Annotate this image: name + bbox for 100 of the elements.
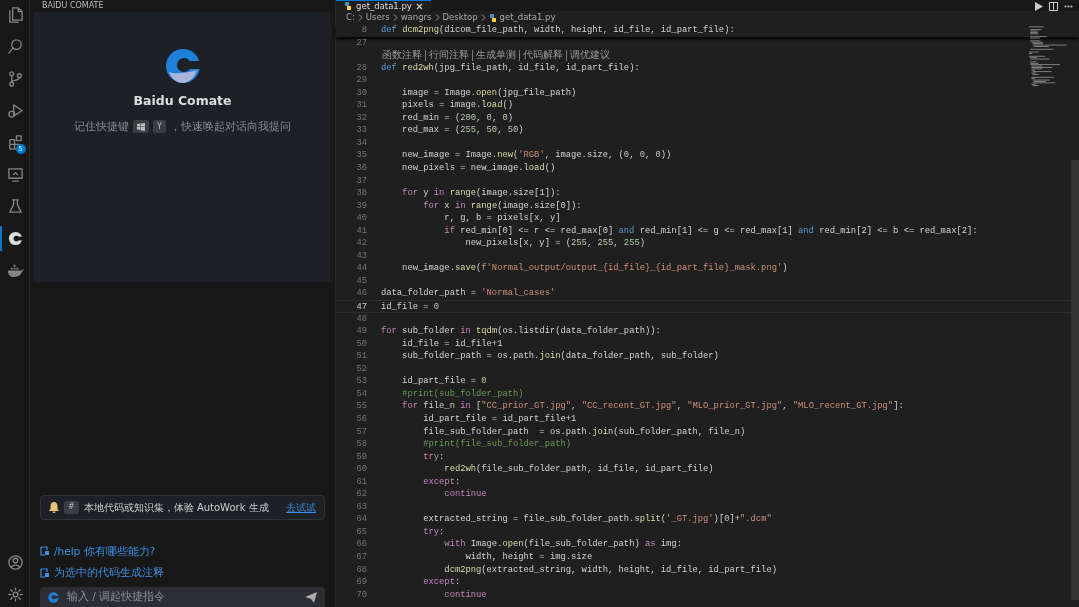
code-line: id_file = 0: [381, 301, 440, 312]
extensions-icon[interactable]: [7, 134, 24, 151]
codelens-action[interactable]: 代码解释: [519, 49, 566, 61]
line-number: 53: [355, 375, 368, 388]
whale-icon[interactable]: [7, 262, 24, 279]
line-number: 39: [355, 199, 368, 213]
logo-icon: [164, 48, 201, 84]
code-line: file_sub_folder_path = os.path.join(sub_folder_path, file_n): [422, 425, 746, 439]
python-icon: [488, 13, 497, 22]
line-number: 43: [355, 249, 368, 263]
line-number: 30: [355, 86, 368, 100]
hint-text: ，快速唤起对话向我提问: [169, 118, 291, 134]
welcome-title: Baidu Comate: [133, 92, 232, 110]
code-line: data_folder_path = 'Normal_cases': [381, 287, 556, 301]
code-line: red_max = (255, 50, 50): [401, 124, 524, 137]
line-number: 44: [355, 262, 368, 275]
line-number: 63: [355, 500, 368, 514]
line-number: 70: [355, 588, 368, 602]
line-number: 34: [355, 136, 368, 150]
line-number: 41: [355, 224, 368, 238]
run-debug-icon[interactable]: [7, 102, 24, 119]
line-number: 28: [355, 61, 368, 75]
line-number: 27: [355, 36, 368, 50]
line-number: 48: [355, 312, 368, 326]
codelens-action[interactable]: 调优建议: [566, 49, 613, 61]
codelens-action[interactable]: 行间注释: [425, 49, 472, 61]
line-number: 58: [355, 438, 368, 451]
code-line: id_file = id_file+1: [401, 337, 503, 351]
edit-icon: [40, 546, 50, 557]
line-number: 49: [355, 325, 368, 338]
line-number: 29: [355, 74, 368, 87]
python-icon: [344, 2, 352, 10]
code-line: for x in range(image.size[0]):: [422, 199, 582, 213]
code-line: red_min = (200, 0, 0): [401, 111, 513, 125]
code-line: width, height = img.size: [464, 550, 593, 564]
code-line: except:: [422, 576, 461, 589]
editor-tab[interactable]: get_data1.py: [336, 0, 431, 11]
breadcrumb-item[interactable]: Desktop: [442, 11, 478, 24]
code-line: for file_n in ["CC_prior_GT.jpg", "CC_recent_GT.jpg", "MLO_prior_GT.jpg", "MLO_recent_GT.jpg"]:: [401, 400, 904, 413]
suggestion-link[interactable]: 为选中的代码生成注释: [40, 565, 325, 581]
line-number: 52: [355, 362, 368, 376]
breadcrumb-item[interactable]: get_data1.py: [499, 11, 556, 24]
suggestion-link[interactable]: /help 你有哪些能力?: [40, 543, 325, 560]
line-number: 55: [355, 400, 368, 413]
line-number: 8: [360, 24, 368, 37]
chevron-icon: [357, 14, 363, 21]
flask-icon[interactable]: [7, 198, 24, 215]
code-line: new_pixels[x, y] = (255, 255, 255): [464, 237, 645, 250]
comate-icon[interactable]: [7, 230, 24, 247]
code-line: new_image.save(f'Normal_output/output_{id_file}_{id_part_file}_mask.png'): [401, 262, 788, 275]
minimap[interactable]: [1029, 25, 1069, 87]
line-number: 37: [355, 174, 368, 188]
code-line: try:: [422, 450, 445, 464]
breadcrumb-item[interactable]: C:: [346, 11, 355, 24]
windows-key-icon: [133, 120, 150, 134]
breadcrumb-item[interactable]: wangrs: [400, 11, 432, 24]
code-line: id_part_file = id_part_file+1: [422, 412, 577, 426]
line-number: 36: [355, 162, 368, 175]
line-number: 67: [355, 550, 368, 564]
close-icon[interactable]: [415, 2, 423, 10]
code-line: #print(sub_folder_path): [401, 387, 524, 401]
line-number: 69: [355, 576, 368, 589]
bell-icon: [49, 501, 59, 513]
breadcrumb-item[interactable]: Users: [365, 11, 390, 24]
code-line: for y in range(image.size[1]):: [401, 187, 561, 200]
split-editor-icon[interactable]: [1049, 2, 1058, 11]
edit-icon: [40, 568, 50, 579]
code-line: continue: [443, 588, 487, 602]
code-line: with Image.open(file_sub_folder_path) as img:: [443, 538, 682, 551]
logo-icon: [48, 591, 59, 603]
line-number: 46: [355, 287, 368, 301]
code-line: red2wh(file_sub_folder_path, id_file, id_part_file): [443, 463, 714, 476]
line-number: 35: [355, 149, 368, 162]
branch-icon[interactable]: [7, 70, 24, 87]
key-cap: Y: [153, 120, 166, 134]
run-icon[interactable]: [1034, 2, 1043, 11]
chevron-icon: [392, 14, 398, 21]
codelens-action[interactable]: 生成单测: [472, 49, 519, 61]
notice-text: 本地代码或知识集，体验 AutoWork 生成: [83, 500, 269, 515]
line-number: 38: [355, 187, 368, 200]
code-line: r, g, b = pixels[x, y]: [443, 212, 561, 225]
codelens-action[interactable]: 函数注释: [379, 49, 425, 61]
code-line: for sub_folder in tqdm(os.listdir(data_folder_path)):: [381, 325, 661, 338]
code-line: id_part_file = 0: [401, 375, 487, 388]
line-number: 31: [355, 99, 368, 112]
send-icon[interactable]: [305, 591, 317, 603]
search-icon[interactable]: [7, 38, 24, 55]
files-icon[interactable]: [7, 6, 24, 23]
account-icon[interactable]: [7, 554, 24, 571]
code-line: continue: [443, 488, 487, 501]
chat-input-box[interactable]: 输入 / 调起快捷指令: [40, 587, 325, 607]
chat-input[interactable]: 输入 / 调起快捷指令: [67, 589, 297, 605]
settings-icon[interactable]: [7, 586, 24, 603]
code-line: except:: [422, 475, 461, 489]
hint-text: 记住快捷键: [74, 118, 130, 134]
monitor-icon[interactable]: [7, 166, 24, 183]
line-number: 59: [355, 450, 368, 464]
line-number: 56: [355, 412, 368, 426]
try-link[interactable]: 去试试: [286, 499, 316, 515]
line-number: 32: [355, 111, 368, 125]
